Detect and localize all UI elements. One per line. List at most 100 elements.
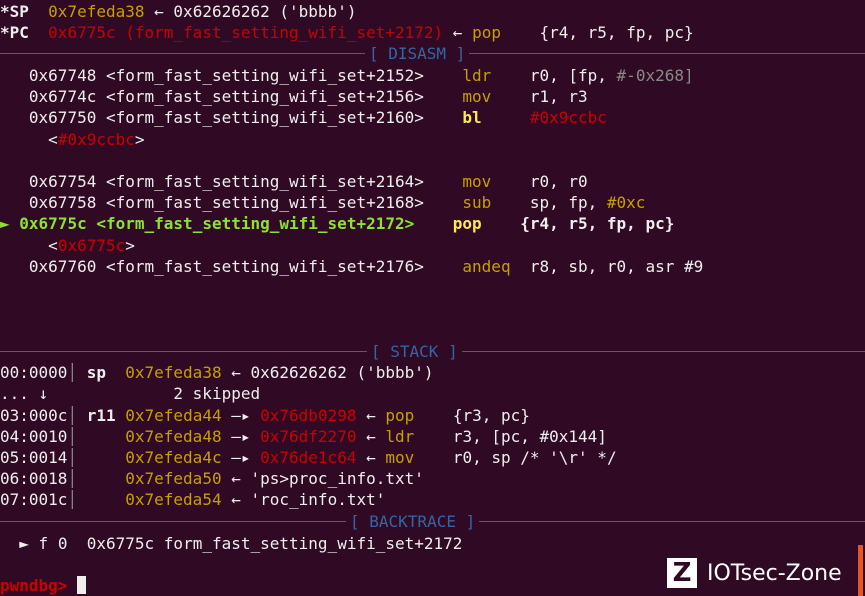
disasm-symbol: <form_fast_setting_wifi_set+2172> [96, 214, 415, 233]
disasm-line: 0x67754 <form_fast_setting_wifi_set+2164… [0, 171, 588, 192]
disasm-operands: r0, [fp, [529, 66, 617, 85]
stack-mnemonic: pop [385, 406, 415, 425]
disasm-line: 0x67758 <form_fast_setting_wifi_set+2168… [0, 192, 646, 213]
stack-operands: {r3, pc} [452, 406, 530, 425]
sp-address: 0x7efeda38 [48, 2, 145, 21]
arrow-right-icon: —▸ [231, 427, 251, 446]
pc-mnemonic: pop [472, 23, 501, 42]
stack-mnemonic: ldr [385, 427, 415, 446]
stack-address: 0x7efeda50 [125, 469, 222, 488]
frame-index: f 0 [38, 534, 68, 553]
stack-row: 06:0018│ 0x7efeda50 ← 'ps>proc_info.txt' [0, 469, 424, 488]
stack-register: r11 [86, 406, 116, 425]
frame-symbol: form_fast_setting_wifi_set+2172 [163, 534, 463, 553]
stack-row: 03:000c│ r11 0x7efeda44 —▸ 0x76db0298 ← … [0, 406, 530, 425]
disasm-mnemonic: sub [462, 193, 492, 212]
disasm-mnemonic: mov [462, 87, 492, 106]
disasm-mnemonic: ldr [462, 66, 492, 85]
stack-value: 0x76db0298 [260, 406, 357, 425]
stack-skip-row: ... ↓ 2 skipped [0, 383, 260, 404]
pc-label: *PC [0, 23, 29, 42]
sp-value: 0x62626262 [173, 2, 270, 21]
frame-marker-icon: ► [19, 534, 29, 553]
disasm-current-line: ► 0x6775c <form_fast_setting_wifi_set+21… [0, 213, 674, 234]
disasm-address: 0x6775c [19, 214, 87, 233]
disasm-operands: r0, r0 [529, 172, 588, 191]
arrow-left-icon: ← [231, 363, 241, 382]
disasm-address: 0x67750 [28, 108, 97, 127]
register-pc-line: *PC 0x6775c (form_fast_setting_wifi_set+… [0, 22, 694, 43]
disasm-line: 0x67748 <form_fast_setting_wifi_set+2152… [0, 65, 694, 86]
disasm-line: 0x67750 <form_fast_setting_wifi_set+2160… [0, 107, 607, 128]
disasm-address: 0x67748 [28, 66, 97, 85]
stack-operands: r0, sp /* '\r' */ [452, 448, 617, 467]
stack-offset: 05:0014 [0, 448, 68, 467]
stack-value: 0x76df2270 [260, 427, 357, 446]
stack-skip-label: 2 skipped [173, 384, 261, 403]
prompt-label: pwndbg> [0, 576, 68, 595]
stack-address: 0x7efeda54 [125, 490, 222, 509]
disasm-line: 0x67760 <form_fast_setting_wifi_set+2176… [0, 256, 703, 277]
arrow-right-icon: —▸ [231, 448, 251, 467]
stack-string: ('bbbb') [356, 363, 434, 382]
stack-offset: 06:0018 [0, 469, 68, 488]
disasm-operands: r1, r3 [529, 87, 588, 106]
angle-open: < [48, 236, 58, 255]
stack-address: 0x7efeda38 [125, 363, 222, 382]
stack-address: 0x7efeda48 [125, 427, 222, 446]
disasm-mnemonic: pop [452, 214, 482, 233]
stack-section-title: [ STACK ] [367, 341, 462, 362]
window-edge-accent [858, 545, 863, 596]
command-prompt-line[interactable]: pwndbg> [0, 575, 87, 596]
disasm-line: 0x6774c <form_fast_setting_wifi_set+2156… [0, 86, 588, 107]
terminal-cursor[interactable] [77, 576, 87, 594]
backtrace-section-title: [ BACKTRACE ] [346, 511, 480, 532]
disasm-branch-target: <#0x9ccbc> [0, 129, 144, 150]
disasm-symbol: <form_fast_setting_wifi_set+2168> [105, 193, 424, 212]
disasm-operands: r8, sb, r0, asr #9 [529, 257, 704, 276]
stack-row: 04:0010│ 0x7efeda48 —▸ 0x76df2270 ← ldr … [0, 427, 607, 446]
disasm-return-target: <0x6775c> [0, 235, 135, 256]
disasm-address: 0x67760 [28, 257, 97, 276]
arrow-left-icon: ← [231, 490, 241, 509]
disasm-operands-imm: #0xc [606, 193, 646, 212]
disasm-symbol: <form_fast_setting_wifi_set+2156> [105, 87, 424, 106]
disasm-address: 0x67758 [28, 193, 97, 212]
angle-close: > [125, 236, 135, 255]
arrow-left-icon: ← [452, 23, 463, 42]
stack-string: 'ps>proc_info.txt' [250, 469, 424, 488]
frame-address: 0x6775c [86, 534, 155, 553]
arrow-left-icon: ← [366, 427, 376, 446]
watermark: Z IOTsec-Zone [667, 556, 842, 590]
disasm-section-title: [ DISASM ] [365, 43, 470, 64]
register-sp-line: *SP 0x7efeda38 ← 0x62626262 ('bbbb') [0, 1, 356, 22]
return-target-address: 0x6775c [57, 236, 126, 255]
stack-offset: 04:0010 [0, 427, 68, 446]
disasm-mnemonic: mov [462, 172, 492, 191]
disasm-symbol: <form_fast_setting_wifi_set+2160> [105, 108, 424, 127]
stack-operands: r3, [pc, #0x144] [452, 427, 607, 446]
disasm-address: 0x67754 [28, 172, 97, 191]
disasm-mnemonic: andeq [462, 257, 511, 276]
disasm-address: 0x6774c [28, 87, 97, 106]
pc-symbol: (form_fast_setting_wifi_set+2172) [125, 23, 444, 42]
branch-target-address: #0x9ccbc [57, 130, 135, 149]
disasm-symbol: <form_fast_setting_wifi_set+2164> [105, 172, 424, 191]
disasm-mnemonic: bl [462, 108, 482, 127]
pc-operands: {r4, r5, fp, pc} [539, 23, 694, 42]
iotsec-logo-icon: Z [667, 558, 697, 588]
stack-row: 07:001c│ 0x7efeda54 ← 'roc_info.txt' [0, 490, 386, 509]
stack-address: 0x7efeda4c [125, 448, 222, 467]
arrow-left-icon: ← [231, 469, 241, 488]
disasm-operands-offset: #-0x268] [616, 66, 694, 85]
arrow-left-icon: ← [366, 406, 376, 425]
stack-string: 'roc_info.txt' [250, 490, 386, 509]
stack-offset: ... ↓ [0, 384, 49, 403]
stack-row: 05:0014│ 0x7efeda4c —▸ 0x76de1c64 ← mov … [0, 448, 617, 467]
stack-value: 0x76de1c64 [260, 448, 357, 467]
disasm-operands: {r4, r5, fp, pc} [520, 214, 675, 233]
stack-offset: 03:000c [0, 406, 68, 425]
disasm-operands: sp, fp, [529, 193, 607, 212]
arrow-left-icon: ← [366, 448, 376, 467]
sp-label: *SP [0, 2, 29, 21]
